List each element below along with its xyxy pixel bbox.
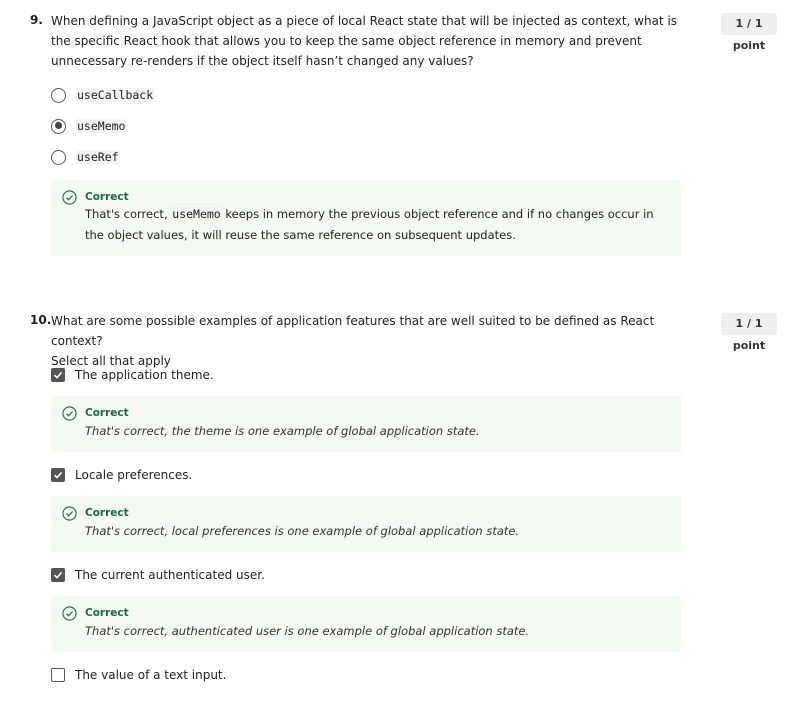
- checkbox-checked[interactable]: [51, 368, 65, 382]
- option-label: The value of a text input.: [75, 668, 227, 682]
- checkbox-checked[interactable]: [51, 468, 65, 482]
- radio-button[interactable]: [51, 87, 66, 103]
- feedback-title: Correct: [85, 607, 129, 619]
- radio-option-usecallback[interactable]: useCallback: [51, 85, 155, 105]
- option-label: Locale preferences.: [75, 468, 193, 482]
- question-number: 10.: [30, 313, 52, 327]
- checkbox-checked[interactable]: [51, 568, 65, 582]
- check-circle-icon: [62, 190, 77, 205]
- points-badge: 1 / 1 point: [721, 13, 777, 52]
- option-label: useMemo: [76, 119, 127, 133]
- radio-option-usememo[interactable]: useMemo: [51, 116, 127, 136]
- feedback-text: That's correct, useMemo keeps in memory …: [85, 207, 654, 242]
- feedback-text: That's correct, the theme is one example…: [85, 424, 480, 438]
- question-text: What are some possible examples of appli…: [51, 314, 655, 368]
- question-text: When defining a JavaScript object as a p…: [51, 14, 678, 68]
- checkmark-icon: [53, 371, 63, 379]
- check-circle-icon: [62, 606, 77, 621]
- radio-option-useref[interactable]: useRef: [51, 147, 120, 167]
- checkmark-icon: [53, 571, 63, 579]
- feedback-title: Correct: [85, 191, 129, 203]
- checkbox-option-text-input[interactable]: The value of a text input.: [51, 665, 226, 685]
- question-number: 9.: [30, 13, 43, 27]
- feedback-box: Correct That's correct, local preference…: [51, 496, 681, 552]
- checkbox-option-theme[interactable]: The application theme.: [51, 365, 214, 385]
- feedback-text: That's correct, local preferences is one…: [85, 524, 520, 538]
- checkbox-option-locale[interactable]: Locale preferences.: [51, 465, 192, 485]
- feedback-box: Correct That's correct, useMemo keeps in…: [51, 180, 681, 256]
- points-badge: 1 / 1 point: [721, 313, 777, 352]
- feedback-title: Correct: [85, 407, 129, 419]
- option-label: useRef: [76, 150, 120, 164]
- feedback-text: That's correct, authenticated user is on…: [85, 624, 530, 638]
- checkbox-option-authenticated-user[interactable]: The current authenticated user.: [51, 565, 265, 585]
- feedback-box: Correct That's correct, the theme is one…: [51, 396, 681, 452]
- checkmark-icon: [53, 471, 63, 479]
- option-label: The current authenticated user.: [75, 568, 265, 582]
- checkbox-unchecked[interactable]: [51, 668, 65, 682]
- check-circle-icon: [62, 406, 77, 421]
- option-label: The application theme.: [75, 368, 214, 382]
- radio-button[interactable]: [51, 149, 66, 165]
- check-circle-icon: [62, 506, 77, 521]
- feedback-title: Correct: [85, 507, 129, 519]
- option-label: useCallback: [76, 88, 155, 102]
- feedback-box: Correct That's correct, authenticated us…: [51, 596, 681, 652]
- code-snippet: useMemo: [171, 207, 222, 221]
- radio-button-selected[interactable]: [51, 118, 66, 134]
